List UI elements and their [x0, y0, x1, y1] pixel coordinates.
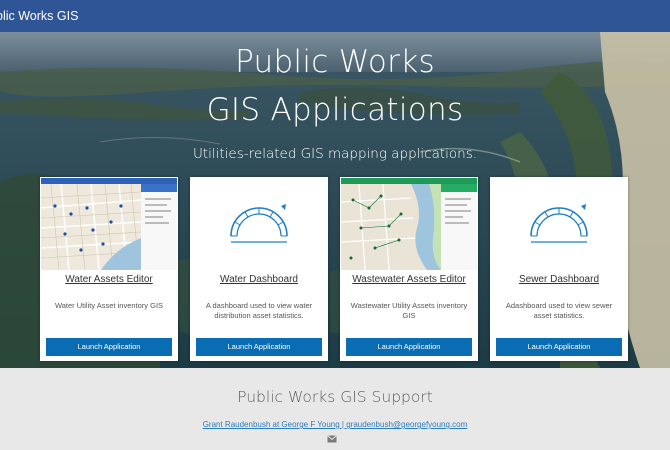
card-title[interactable]: Water Dashboard — [190, 274, 328, 285]
site-title[interactable]: blic Works GIS — [0, 9, 78, 23]
map-screenshot-thumbnail[interactable] — [41, 178, 177, 270]
hero-title-line2: GIS Applications — [206, 92, 464, 128]
envelope-icon[interactable] — [327, 435, 337, 443]
map-thumbnail-image — [41, 178, 177, 270]
gauge-thumbnail[interactable] — [191, 178, 327, 270]
gauge-icon — [530, 204, 588, 243]
launch-application-button[interactable]: Launch Application — [196, 338, 322, 356]
card-sewer-dashboard: Sewer Dashboard Adashboard used to view … — [490, 177, 628, 361]
card-description: Adashboard used to view sewer asset stat… — [505, 301, 613, 320]
hero-title-line1: Public Works — [235, 44, 435, 80]
gauge-thumbnail[interactable] — [491, 178, 627, 270]
card-title[interactable]: Water Assets Editor — [40, 274, 178, 285]
map-screenshot-thumbnail[interactable] — [341, 178, 477, 270]
card-description: A dashboard used to view water distribut… — [205, 301, 313, 320]
card-description: Water Utility Asset inventory GIS — [54, 301, 164, 310]
top-bar: blic Works GIS — [0, 0, 670, 32]
support-footer: Public Works GIS Support Grant Raudenbus… — [0, 368, 670, 450]
card-title[interactable]: Wastewater Assets Editor — [340, 274, 478, 285]
launch-application-button[interactable]: Launch Application — [496, 338, 622, 356]
gauge-icon — [230, 204, 288, 243]
launch-application-button[interactable]: Launch Application — [346, 338, 472, 356]
card-title[interactable]: Sewer Dashboard — [490, 274, 628, 285]
support-contact-link[interactable]: Grant Raudenbush at George F Young | gra… — [0, 420, 670, 429]
hero-banner: Public Works GIS Applications Utilities-… — [0, 32, 670, 368]
card-wastewater-assets-editor: Wastewater Assets Editor Wastewater Util… — [340, 177, 478, 361]
map-thumbnail-image — [341, 178, 477, 270]
card-water-assets-editor: Water Assets Editor Water Utility Asset … — [40, 177, 178, 361]
support-title: Public Works GIS Support — [237, 388, 433, 406]
card-description: Wastewater Utility Assets inventory GIS — [350, 301, 468, 320]
hero-subtitle: Utilities-related GIS mapping applicatio… — [192, 146, 478, 162]
launch-application-button[interactable]: Launch Application — [46, 338, 172, 356]
card-water-dashboard: Water Dashboard A dashboard used to view… — [190, 177, 328, 361]
